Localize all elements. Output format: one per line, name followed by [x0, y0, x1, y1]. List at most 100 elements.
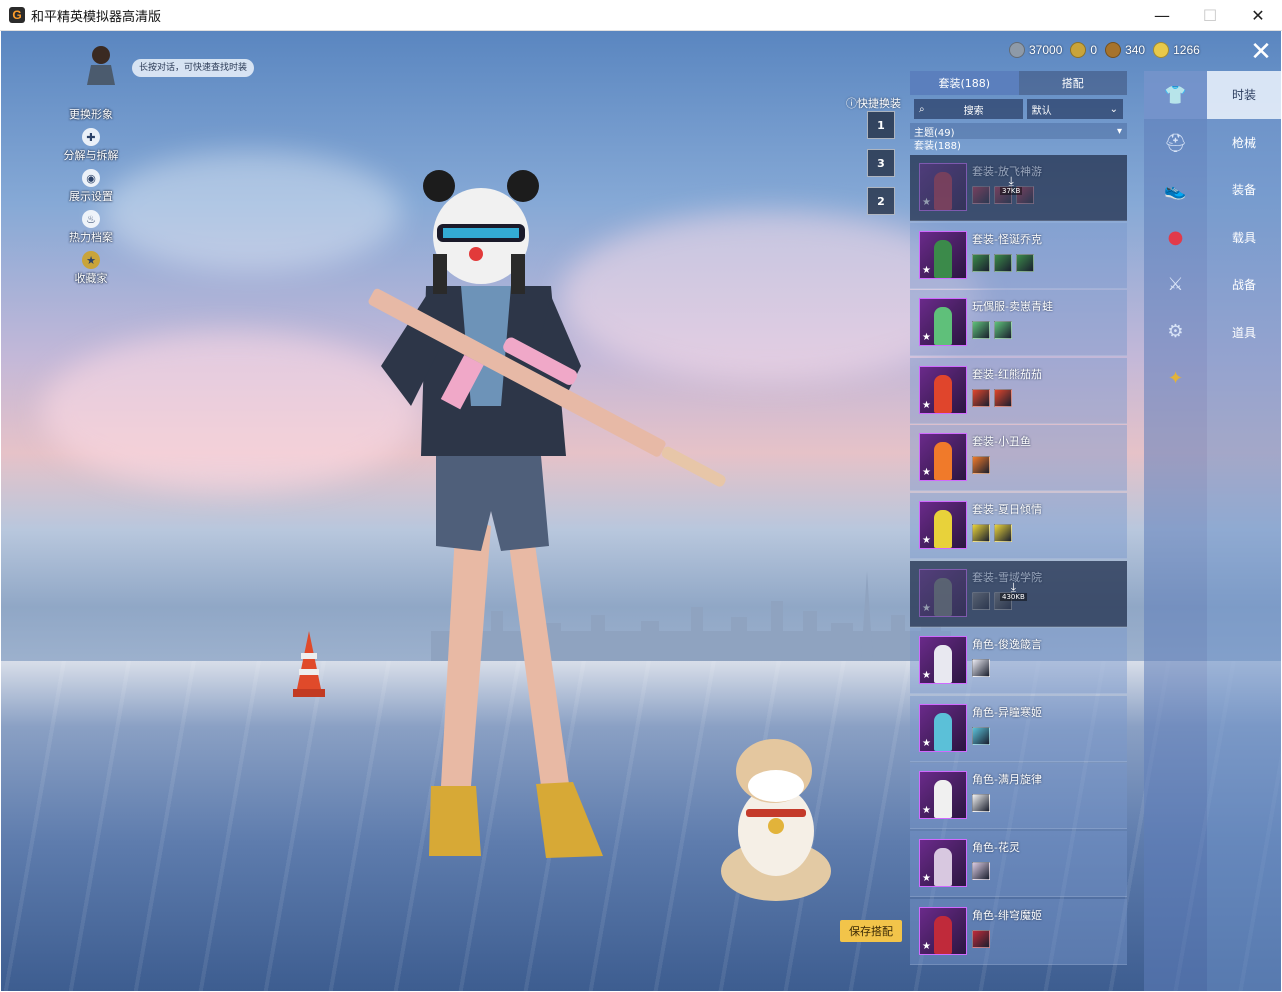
outfit-part-item[interactable]	[972, 253, 990, 272]
star-icon: ★	[922, 264, 931, 276]
character-avatar-icon	[87, 46, 115, 85]
outfit-row[interactable]: ★ 套装-雪域学院 ⤓ 430KB	[910, 560, 1127, 627]
save-outfit-button[interactable]: 保存搭配	[840, 920, 902, 942]
outfit-panel: 套装(188) 搭配 ⌕ 搜索 默认 ⌄ 主题(49) ▾ 套装(188) ★ 套…	[910, 71, 1127, 991]
outfit-figure	[934, 712, 952, 751]
quick-change-label[interactable]: ⓘ快捷换装	[846, 95, 901, 111]
outfit-thumbnail: ★	[919, 568, 967, 617]
outfit-row-body: 角色-满月旋律	[972, 771, 1042, 828]
outfit-thumbnail: ★	[919, 838, 967, 887]
outfit-part-item[interactable]	[972, 186, 990, 204]
outfit-thumbnail: ★	[919, 500, 967, 549]
currency-silver[interactable]: 37000	[1009, 42, 1062, 58]
outfit-name: 玩偶服-卖崽青蛙	[972, 300, 1053, 314]
wing-icon[interactable]: ✦	[1144, 355, 1207, 401]
change-avatar-button[interactable]: 更换形象	[61, 87, 121, 124]
gun-icon[interactable]: ⚔	[1144, 261, 1207, 307]
outfit-thumbnail: ★	[919, 298, 967, 347]
close-window-button[interactable]: ✕	[1234, 0, 1282, 31]
star-icon: ★	[922, 737, 931, 749]
tab-sets[interactable]: 套装(188)	[910, 71, 1019, 95]
helmet-icon[interactable]: ⛑	[1144, 120, 1207, 166]
disassemble-button[interactable]: ✚ 分解与拆解	[61, 128, 121, 165]
traffic-cone	[293, 631, 325, 697]
outfit-row[interactable]: ★ 套装-小丑鱼	[910, 425, 1127, 492]
display-settings-button[interactable]: ◉ 展示设置	[61, 169, 121, 206]
heat-archive-button[interactable]: ♨ 热力档案	[61, 210, 121, 247]
category-battle-prep[interactable]: 战备	[1207, 261, 1281, 309]
outfit-part-item[interactable]	[972, 321, 990, 340]
window-titlebar: G 和平精英模拟器高清版 — ☐ ✕	[0, 0, 1282, 31]
outfit-part-item[interactable]	[972, 523, 990, 542]
panel-tabs: 套装(188) 搭配	[910, 71, 1127, 95]
download-indicator[interactable]: ⤓ 37KB	[1000, 175, 1023, 195]
outfit-row[interactable]: ★ 玩偶服-卖崽青蛙	[910, 290, 1127, 357]
outfit-part-item[interactable]	[972, 929, 990, 948]
window-title: 和平精英模拟器高清版	[31, 8, 162, 24]
avatar[interactable]	[81, 41, 121, 85]
vehicle-icon[interactable]: ⚙	[1144, 308, 1207, 354]
outfit-part-item[interactable]	[994, 253, 1012, 272]
outfit-figure	[934, 645, 952, 684]
outfit-part-item[interactable]	[972, 861, 990, 880]
outfit-parts	[972, 388, 1042, 407]
category-props[interactable]: 道具	[1207, 309, 1281, 357]
quick-change-text: 快捷换装	[857, 97, 901, 110]
tab-match[interactable]: 搭配	[1018, 71, 1127, 95]
category-vehicles[interactable]: 载具	[1207, 214, 1281, 262]
outfit-row[interactable]: ★ 套装-红熊茄茄	[910, 357, 1127, 424]
outfit-row[interactable]: ★ 套装-夏日倾情	[910, 492, 1127, 559]
sort-select[interactable]: 默认 ⌄	[1026, 99, 1123, 119]
collector-button[interactable]: ★ 收藏家	[61, 251, 121, 288]
category-guns[interactable]: 枪械	[1207, 119, 1281, 167]
outfit-part-item[interactable]	[972, 659, 990, 678]
quick-change-slot[interactable]: 3	[867, 149, 895, 177]
shoe-icon[interactable]: 👟	[1144, 167, 1207, 213]
ball-icon[interactable]: ●	[1144, 214, 1207, 260]
outfit-part-item[interactable]	[994, 388, 1012, 407]
outfit-row[interactable]: ★ 角色-俊逸箴言	[910, 628, 1127, 695]
outfit-part-item[interactable]	[972, 456, 990, 475]
outfit-row[interactable]: ★ 角色-满月旋律	[910, 763, 1127, 830]
minimize-button[interactable]: —	[1138, 0, 1186, 31]
outfit-part-item[interactable]	[994, 321, 1012, 340]
outfit-part-item[interactable]	[972, 388, 990, 407]
outfit-part-item[interactable]	[972, 726, 990, 745]
outfit-thumbnail: ★	[919, 906, 967, 955]
display-settings-label: 展示设置	[69, 190, 113, 203]
outfit-row[interactable]: ★ 套装-怪诞乔克	[910, 222, 1127, 289]
quick-change-slot[interactable]: 2	[867, 187, 895, 215]
outfit-part-item[interactable]	[972, 591, 990, 610]
outfit-part-item[interactable]	[972, 794, 990, 813]
star-icon: ★	[922, 940, 931, 952]
category-fashion[interactable]: 时装	[1207, 71, 1281, 119]
currency-star[interactable]: 1266	[1153, 42, 1200, 58]
change-avatar-label: 更换形象	[69, 108, 113, 121]
outfit-figure	[934, 780, 952, 819]
outfit-thumbnail: ★	[919, 230, 967, 279]
outfit-thumbnail: ★	[919, 636, 967, 685]
outfit-row[interactable]: ★ 角色-绯穹魔姬	[910, 898, 1127, 965]
outfit-row[interactable]: ★ 角色-花灵	[910, 830, 1127, 897]
flame-icon: ♨	[82, 210, 100, 228]
outfit-parts	[972, 523, 1042, 542]
currency-bronze[interactable]: 340	[1105, 42, 1145, 58]
download-indicator[interactable]: ⤓ 430KB	[1000, 581, 1027, 601]
currency-gold[interactable]: 0	[1070, 42, 1097, 58]
outfit-thumbnail: ★	[919, 771, 967, 820]
currency-value: 340	[1125, 43, 1146, 57]
outfit-row[interactable]: ★ 角色-异瞳寒姬	[910, 695, 1127, 762]
star-icon: ★	[922, 602, 931, 614]
outfit-part-item[interactable]	[994, 523, 1012, 542]
theme-filter[interactable]: 主题(49) ▾	[910, 123, 1127, 139]
quick-change-slot[interactable]: 1	[867, 111, 895, 139]
maximize-button[interactable]: ☐	[1186, 0, 1234, 31]
star-icon: ★	[922, 399, 931, 411]
collector-badge-icon: ★	[82, 251, 100, 269]
outfit-icon[interactable]: 👕	[1144, 71, 1207, 119]
outfit-part-item[interactable]	[1016, 253, 1034, 272]
category-equipment[interactable]: 装备	[1207, 166, 1281, 214]
close-icon[interactable]: ✕	[1247, 38, 1275, 66]
search-input[interactable]: ⌕ 搜索	[914, 99, 1023, 119]
outfit-row[interactable]: ★ 套装-放飞神游 ⤓ 37KB	[910, 155, 1127, 221]
